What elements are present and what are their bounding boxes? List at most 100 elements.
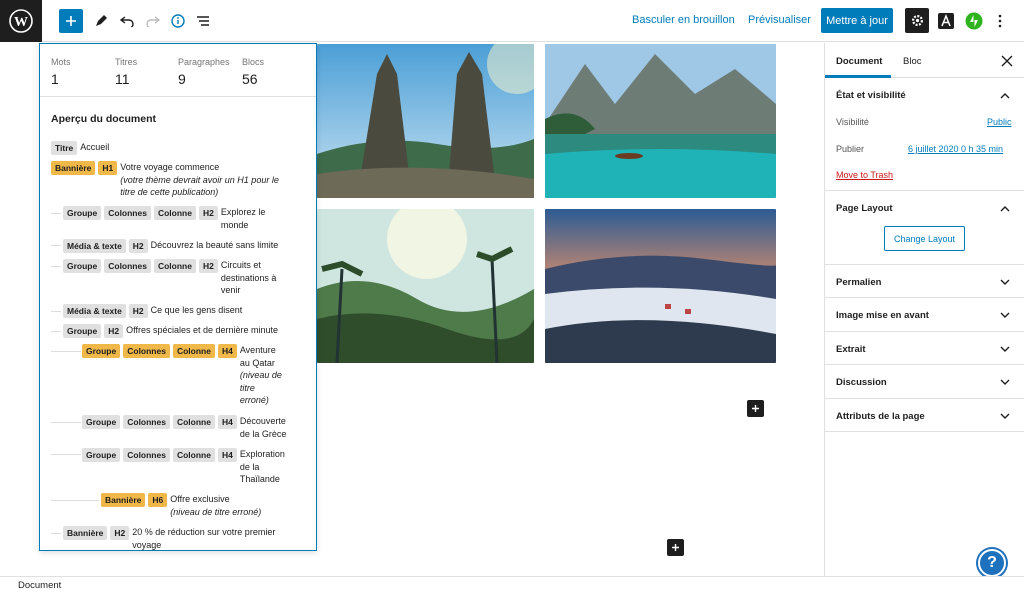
stat-paragraphs-value: 9 [178, 71, 186, 87]
panel-discussion-title[interactable]: Discussion [836, 377, 887, 388]
jetpack-icon[interactable] [962, 9, 986, 33]
block-tag: Média & texte [63, 304, 126, 318]
heading-level-tag: H2 [110, 526, 130, 540]
chevron-down-icon[interactable] [1000, 310, 1010, 320]
chevron-up-icon[interactable] [1000, 91, 1010, 101]
panel-featured-image-title[interactable]: Image mise en avant [836, 310, 929, 321]
document-info-popover: Mots 1 Titres 11 Paragraphes 9 Blocs 56 … [39, 43, 317, 551]
preview-link[interactable]: Prévisualiser [748, 14, 811, 26]
chevron-down-icon[interactable] [1000, 277, 1010, 287]
outline-item[interactable]: Média & texte H2 Ce que les gens disent [63, 304, 313, 318]
add-block-bottom-button[interactable] [667, 539, 684, 556]
outline-text: Explorez le monde [220, 207, 266, 230]
add-block-button[interactable] [59, 9, 83, 33]
svg-text:W: W [14, 15, 28, 30]
panel-excerpt-title[interactable]: Extrait [836, 344, 866, 355]
outline-text: Découvrez la beauté sans limite [150, 240, 279, 250]
more-options-icon[interactable] [988, 9, 1012, 33]
panel-page-layout-title[interactable]: Page Layout [836, 203, 893, 214]
block-tag: Colonnes [104, 259, 151, 273]
block-tag: Colonne [153, 206, 196, 220]
outline-item[interactable]: Groupe Colonnes Colonne H2 Explorez le monde [63, 206, 313, 231]
outline-item[interactable]: Titre Accueil [51, 141, 311, 155]
outline-item[interactable]: Groupe Colonnes Colonne H4 Exploration de la… [82, 448, 314, 486]
stat-blocks-value: 56 [242, 71, 258, 87]
outline-warning-note: (niveau de titre erroné) [239, 370, 282, 405]
block-tag: Colonne [172, 415, 215, 429]
plugin-a-icon[interactable] [934, 9, 958, 33]
block-tag: Groupe [82, 415, 121, 429]
update-button[interactable]: Mettre à jour [821, 8, 893, 33]
tab-document[interactable]: Document [836, 56, 882, 67]
breadcrumb-document[interactable]: Document [18, 580, 61, 591]
outline-item[interactable]: Groupe H2 Offres spéciales et de dernière … [63, 324, 313, 338]
block-tag: Titre [51, 141, 78, 155]
outline-item[interactable]: Média & texte H2 Découvrez la beauté sans … [63, 239, 313, 253]
block-tag: Groupe [82, 344, 121, 358]
publish-label: Publier [836, 144, 865, 154]
outline-text: 20 % de réduction sur votre premier voya… [132, 527, 276, 550]
undo-icon[interactable] [115, 9, 139, 33]
block-tag: Colonnes [123, 448, 170, 462]
outline-item[interactable]: Groupe Colonnes Colonne H4 Aventure au Qatar… [82, 344, 314, 407]
stat-words-value: 1 [51, 71, 59, 87]
jungle-image[interactable] [317, 209, 534, 363]
heading-level-tag: H2 [198, 206, 218, 220]
publish-date-link[interactable]: 6 juillet 2020 0 h 35 min [908, 144, 1003, 154]
heading-level-tag: H1 [98, 161, 118, 175]
outline-item[interactable]: Bannière H2 20 % de réduction sur votre pr… [63, 526, 313, 550]
block-tag: Colonne [172, 448, 215, 462]
block-navigation-icon[interactable] [191, 9, 215, 33]
document-outline-title: Aperçu du document [51, 113, 157, 125]
tab-block[interactable]: Bloc [903, 56, 921, 67]
heading-level-tag: H6 [148, 493, 168, 507]
panel-status-title[interactable]: État et visibilité [836, 90, 906, 101]
block-tag: Groupe [63, 324, 102, 338]
panel-page-attributes-title[interactable]: Attributs de la page [836, 411, 925, 422]
question-mark-icon: ? [987, 554, 997, 571]
change-layout-button[interactable]: Change Layout [884, 226, 965, 251]
move-to-trash-link[interactable]: Move to Trash [836, 170, 893, 180]
heading-level-tag: H2 [104, 324, 124, 338]
temple-gate-image[interactable] [317, 44, 534, 198]
stat-blocks-label: Blocs [242, 57, 265, 67]
panel-discussion[interactable]: Discussion [825, 365, 1024, 399]
outline-text: Aventure au Qatar [239, 345, 276, 368]
outline-item[interactable]: Bannière H6 Offre exclusive (niveau de titr… [101, 493, 313, 518]
panel-permalink[interactable]: Permalien [825, 265, 1024, 298]
stat-words-label: Mots [51, 57, 71, 67]
chevron-down-icon[interactable] [1000, 344, 1010, 354]
switch-to-draft-link[interactable]: Basculer en brouillon [632, 14, 735, 26]
block-tag: Groupe [82, 448, 121, 462]
edit-tools-icon[interactable] [89, 9, 113, 33]
close-icon[interactable] [1001, 54, 1013, 72]
outline-item[interactable]: Groupe Colonnes Colonne H2 Circuits et desti… [63, 259, 313, 297]
add-block-inline-button[interactable] [747, 400, 764, 417]
outline-item[interactable]: Bannière H1 Votre voyage commence (votre th… [51, 161, 311, 199]
block-tag: Colonnes [123, 415, 170, 429]
outline-item[interactable]: Groupe Colonnes Colonne H4 Découverte de la … [82, 415, 314, 440]
block-tag: Groupe [63, 206, 102, 220]
outline-warning-note: (niveau de titre erroné) [170, 506, 262, 517]
stat-headings-label: Titres [115, 57, 138, 67]
panel-excerpt[interactable]: Extrait [825, 332, 1024, 365]
block-tag: Bannière [51, 161, 96, 175]
wordpress-logo-icon[interactable]: W [0, 0, 42, 42]
panel-permalink-title[interactable]: Permalien [836, 277, 881, 288]
snow-village-image[interactable] [545, 209, 776, 363]
chevron-up-icon[interactable] [1000, 204, 1010, 214]
stat-headings-value: 11 [115, 71, 130, 87]
help-button[interactable]: ? [978, 549, 1006, 577]
gear-icon [911, 14, 923, 27]
redo-icon[interactable] [141, 9, 165, 33]
settings-button[interactable] [905, 8, 929, 33]
panel-featured-image[interactable]: Image mise en avant [825, 298, 1024, 332]
lake-mountains-image[interactable] [545, 44, 776, 198]
block-tag: Bannière [63, 526, 108, 540]
visibility-value-link[interactable]: Public [987, 117, 1012, 127]
chevron-down-icon[interactable] [1000, 411, 1010, 421]
panel-page-attributes[interactable]: Attributs de la page [825, 399, 1024, 432]
chevron-down-icon[interactable] [1000, 377, 1010, 387]
info-icon[interactable] [166, 9, 190, 33]
outline-text: Votre voyage commence [120, 162, 220, 172]
